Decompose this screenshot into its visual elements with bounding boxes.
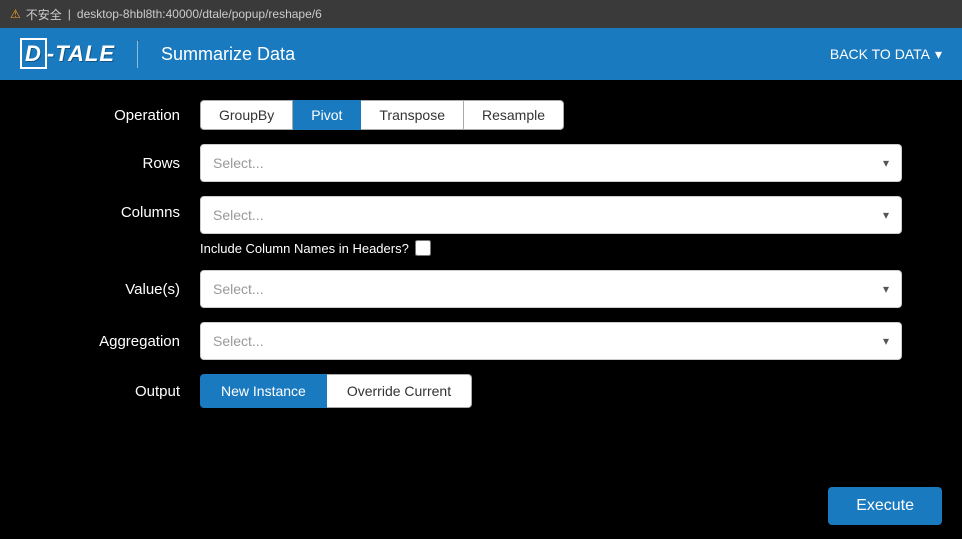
values-arrow: ▾	[883, 282, 889, 296]
warning-icon: ⚠	[10, 7, 21, 21]
app-header: D-TALE Summarize Data BACK TO DATA ▾	[0, 28, 962, 80]
override-current-button[interactable]: Override Current	[327, 374, 472, 408]
rows-select[interactable]: Select... ▾	[200, 144, 902, 182]
op-transpose-button[interactable]: Transpose	[361, 100, 464, 130]
columns-area: Select... ▾ Include Column Names in Head…	[200, 196, 902, 256]
op-pivot-button[interactable]: Pivot	[293, 100, 361, 130]
security-text: 不安全	[26, 6, 62, 23]
output-buttons-area: New Instance Override Current	[200, 374, 902, 408]
back-dropdown-icon: ▾	[935, 46, 942, 63]
values-label: Value(s)	[60, 281, 200, 298]
operation-row: Operation GroupBy Pivot Transpose Resamp…	[60, 100, 902, 130]
header-separator	[137, 40, 139, 68]
rows-row: Rows Select... ▾	[60, 144, 902, 182]
op-resample-button[interactable]: Resample	[464, 100, 564, 130]
aggregation-label: Aggregation	[60, 333, 200, 350]
include-names-checkbox[interactable]	[415, 240, 431, 256]
aggregation-select-area: Select... ▾	[200, 322, 902, 360]
app-logo: D-TALE Summarize Data	[20, 40, 295, 68]
new-instance-button[interactable]: New Instance	[200, 374, 327, 408]
columns-placeholder: Select...	[213, 207, 264, 223]
back-to-data-button[interactable]: BACK TO DATA ▾	[830, 46, 942, 63]
rows-label: Rows	[60, 155, 200, 172]
output-label: Output	[60, 383, 200, 400]
output-buttons: New Instance Override Current	[200, 374, 902, 408]
main-content: Operation GroupBy Pivot Transpose Resamp…	[0, 80, 962, 539]
browser-bar: ⚠ 不安全 | desktop-8hbl8th:40000/dtale/popu…	[0, 0, 962, 28]
aggregation-placeholder: Select...	[213, 333, 264, 349]
rows-select-area: Select... ▾	[200, 144, 902, 182]
columns-label: Columns	[60, 196, 200, 221]
columns-select[interactable]: Select... ▾	[200, 196, 902, 234]
values-placeholder: Select...	[213, 281, 264, 297]
rows-placeholder: Select...	[213, 155, 264, 171]
values-row: Value(s) Select... ▾	[60, 270, 902, 308]
columns-row: Columns Select... ▾ Include Column Names…	[60, 196, 902, 256]
logo-bracket: D	[20, 38, 47, 69]
rows-arrow: ▾	[883, 156, 889, 170]
dtale-logo: D-TALE	[20, 41, 115, 67]
include-names-row: Include Column Names in Headers?	[200, 240, 902, 256]
aggregation-row: Aggregation Select... ▾	[60, 322, 902, 360]
aggregation-arrow: ▾	[883, 334, 889, 348]
operation-label: Operation	[60, 107, 200, 124]
back-to-data-label: BACK TO DATA	[830, 46, 930, 62]
output-row: Output New Instance Override Current	[60, 374, 902, 408]
include-names-label: Include Column Names in Headers?	[200, 241, 409, 256]
columns-arrow: ▾	[883, 208, 889, 222]
op-groupby-button[interactable]: GroupBy	[200, 100, 293, 130]
app-title: Summarize Data	[161, 44, 295, 65]
execute-button[interactable]: Execute	[828, 487, 942, 525]
operation-buttons: GroupBy Pivot Transpose Resample	[200, 100, 902, 130]
aggregation-select[interactable]: Select... ▾	[200, 322, 902, 360]
operation-buttons-area: GroupBy Pivot Transpose Resample	[200, 100, 902, 130]
values-select-area: Select... ▾	[200, 270, 902, 308]
values-select[interactable]: Select... ▾	[200, 270, 902, 308]
url-text: desktop-8hbl8th:40000/dtale/popup/reshap…	[77, 7, 322, 21]
